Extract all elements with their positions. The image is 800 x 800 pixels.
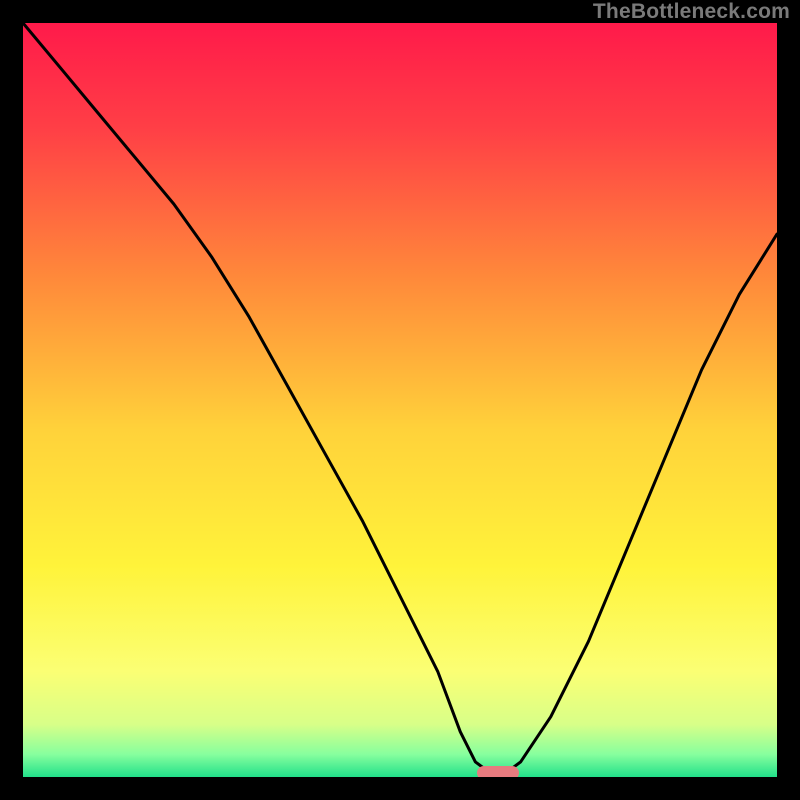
plot-area	[23, 23, 777, 777]
background-gradient	[23, 23, 777, 777]
watermark-text: TheBottleneck.com	[593, 0, 790, 24]
optimal-marker	[477, 766, 519, 777]
